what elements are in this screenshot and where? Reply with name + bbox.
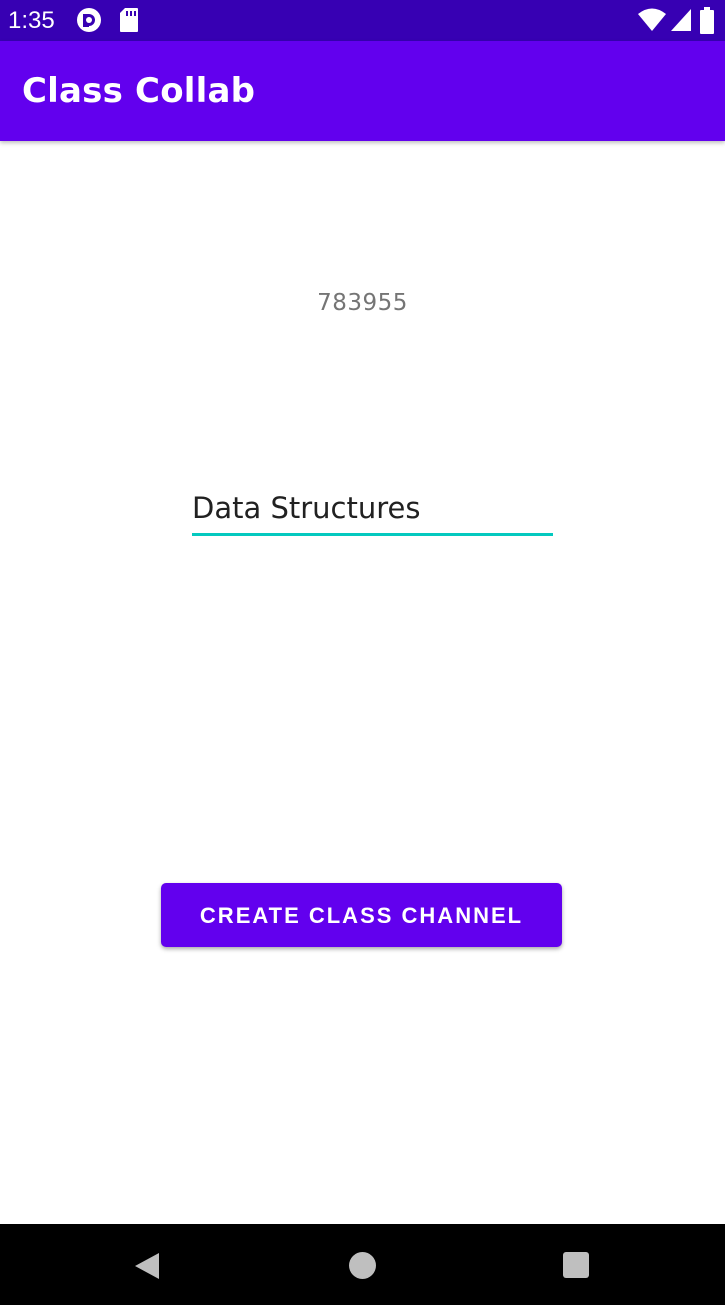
pocket-casts-icon [76, 7, 102, 37]
wifi-icon [637, 7, 667, 37]
back-icon[interactable] [133, 1251, 161, 1285]
signal-icon [669, 7, 693, 37]
create-class-channel-button[interactable]: CREATE CLASS CHANNEL [161, 883, 562, 947]
battery-icon [699, 7, 715, 39]
status-bar: 1:35 [0, 0, 725, 41]
class-name-value[interactable]: Data Structures [192, 491, 420, 525]
sd-card-icon [119, 7, 139, 37]
home-icon[interactable] [348, 1251, 377, 1284]
status-time: 1:35 [8, 7, 55, 34]
recents-icon[interactable] [562, 1251, 590, 1283]
navigation-bar [0, 1224, 725, 1305]
field-underline [192, 533, 553, 536]
class-code-text: 783955 [317, 290, 408, 316]
class-name-field[interactable]: Data Structures [192, 488, 553, 536]
app-bar: Class Collab [0, 41, 725, 141]
app-title: Class Collab [22, 71, 256, 111]
